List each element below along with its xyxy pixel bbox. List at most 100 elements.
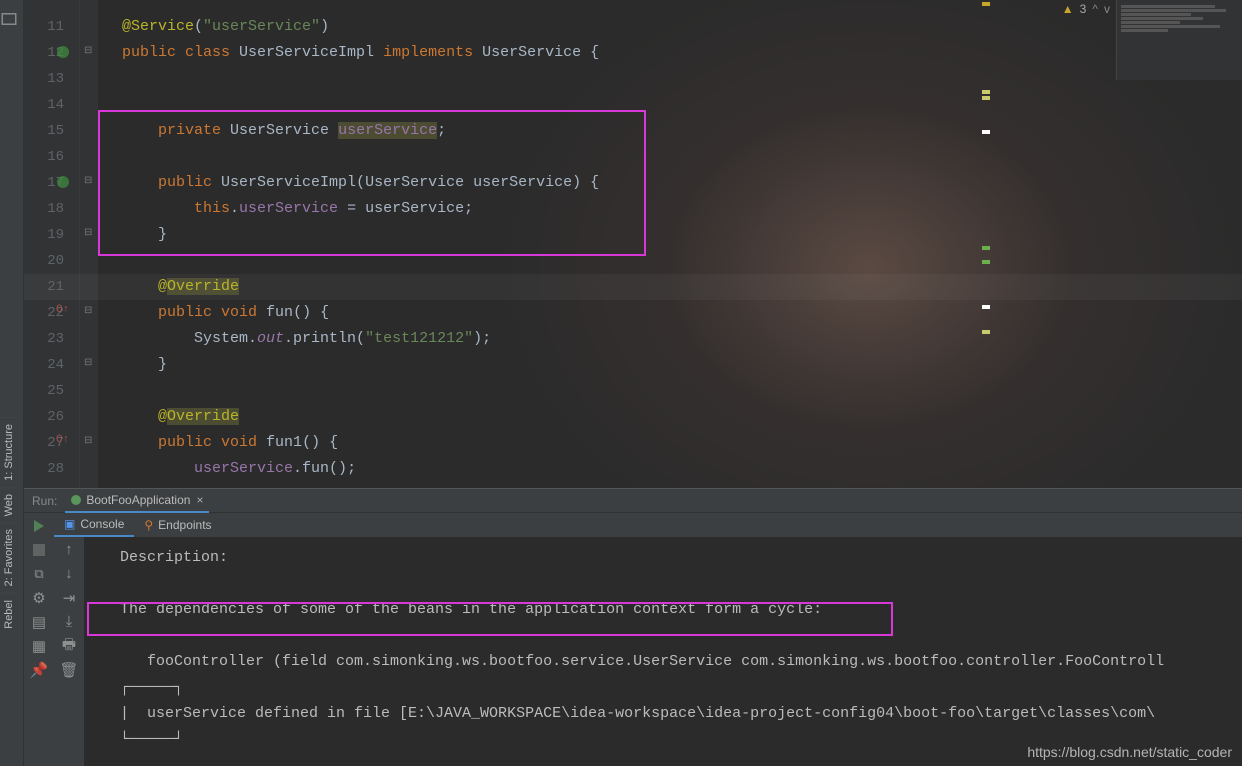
console-line: Description: [84,545,1242,571]
marker-stripe[interactable] [982,90,990,94]
code-text: @Override [122,274,239,300]
code-text: @Override [122,404,239,430]
marker-stripe[interactable] [982,305,990,309]
close-icon[interactable]: × [196,493,203,507]
console-line [84,623,1242,649]
line-number: 24 [24,352,64,378]
sidebar-tab-favorites[interactable]: 2: Favorites [0,522,18,592]
code-text: System.out.println("test121212"); [122,326,491,352]
line-number: 23 [24,326,64,352]
code-text: @Service("userService") [122,14,329,40]
line-number: 25 [24,378,64,404]
line-number: 14 [24,92,64,118]
left-tool-sidebar: 1: Structure Web 2: Favorites Rebel [0,0,24,766]
line-number: 20 [24,248,64,274]
code-line[interactable]: 15 private UserService userService; [24,118,1242,144]
watermark: https://blog.csdn.net/static_coder [1027,744,1232,760]
code-line[interactable]: 21 @Override [24,274,1242,300]
line-number: 28 [24,456,64,482]
layout2-icon[interactable]: ▦ [30,637,48,655]
soft-wrap-button[interactable]: ⇥ [60,589,78,607]
settings-icon[interactable]: ⚙ [30,589,48,607]
console-icon: ▣ [64,517,75,531]
scroll-end-button[interactable]: ⤓ [60,613,78,631]
line-number: 19 [24,222,64,248]
fold-toggle[interactable]: ⊟ [84,227,92,239]
fold-toggle[interactable]: ⊟ [84,305,92,317]
code-line[interactable]: 11@Service("userService") [24,14,1242,40]
endpoints-tab[interactable]: ⚲ Endpoints [134,513,221,537]
code-text: userService.fun(); [122,456,356,482]
fold-toggle[interactable]: ⊟ [84,357,92,369]
code-minimap[interactable] [1116,0,1242,80]
line-number: 21 [24,274,64,300]
code-line[interactable]: 25 [24,378,1242,404]
camera-icon[interactable]: ⧉ [30,565,48,583]
marker-stripe[interactable] [982,96,990,100]
console-output[interactable]: Description: The dependencies of some of … [84,537,1242,766]
marker-stripe[interactable] [982,330,990,334]
trash-button[interactable]: 🗑 [60,661,78,679]
code-line[interactable]: 16 [24,144,1242,170]
sidebar-tab-web[interactable]: Web [0,487,18,522]
marker-stripe[interactable] [982,130,990,134]
layout-icon[interactable]: ▤ [30,613,48,631]
line-number: 16 [24,144,64,170]
pin-icon[interactable]: 📌 [30,661,48,679]
code-text: } [122,352,167,378]
fold-toggle[interactable]: ⊟ [84,435,92,447]
run-tool-window: Run: BootFooApplication × ⚙ — ⧉ ⚙ ▤ ▦ 📌 … [24,488,1242,766]
stop-button[interactable] [30,541,48,559]
endpoints-icon: ⚲ [144,518,153,532]
line-number: 15 [24,118,64,144]
console-tab-bar: ▣ Console ⚲ Endpoints [54,513,1242,537]
spring-bean-icon[interactable] [56,175,72,191]
code-text: this.userService = userService; [122,196,473,222]
marker-stripe[interactable] [982,246,990,250]
console-line: fooController (field com.simonking.ws.bo… [84,649,1242,675]
marker-stripe[interactable] [982,2,990,6]
override-icon[interactable]: O↑ [56,434,72,450]
code-line[interactable]: 26 @Override [24,404,1242,430]
override-icon[interactable]: O↑ [56,304,72,320]
code-line[interactable]: 23 System.out.println("test121212"); [24,326,1242,352]
run-config-name: BootFooApplication [86,493,190,507]
line-number: 18 [24,196,64,222]
console-line: ┌─────┐ [84,675,1242,701]
print-button[interactable]: 🖶 [60,637,78,655]
sidebar-tab-structure[interactable]: 1: Structure [0,417,18,487]
sidebar-tab-rebel[interactable]: Rebel [0,593,18,635]
code-text: } [122,222,167,248]
scroll-down-button[interactable]: ↓ [60,565,78,583]
code-line[interactable]: 17 public UserServiceImpl(UserService us… [24,170,1242,196]
scroll-up-button[interactable]: ↑ [60,541,78,559]
code-line[interactable]: 14 [24,92,1242,118]
run-config-tab[interactable]: BootFooApplication × [65,489,209,513]
console-line: The dependencies of some of the beans in… [84,597,1242,623]
code-line[interactable]: 13 [24,66,1242,92]
rerun-button[interactable] [30,517,48,535]
code-text: public void fun1() { [122,430,338,456]
code-text: public class UserServiceImpl implements … [122,40,599,66]
fold-toggle[interactable]: ⊟ [84,45,92,57]
code-line[interactable]: 24 } [24,352,1242,378]
code-line[interactable]: 28 userService.fun(); [24,456,1242,482]
fold-toggle[interactable]: ⊟ [84,175,92,187]
run-label: Run: [24,494,65,508]
code-line[interactable]: 22 public void fun() { [24,300,1242,326]
code-line[interactable]: 12public class UserServiceImpl implement… [24,40,1242,66]
code-line[interactable]: 19 } [24,222,1242,248]
line-number: 26 [24,404,64,430]
endpoints-tab-label: Endpoints [158,518,211,532]
error-stripe[interactable] [1106,0,1116,488]
code-text: private UserService userService; [122,118,446,144]
marker-stripe[interactable] [982,260,990,264]
project-icon[interactable] [0,10,18,28]
spring-bean-icon[interactable] [56,45,72,61]
run-header: Run: BootFooApplication × [24,489,1242,513]
code-line[interactable]: 18 this.userService = userService; [24,196,1242,222]
console-tab[interactable]: ▣ Console [54,513,134,537]
code-line[interactable]: 27 public void fun1() { [24,430,1242,456]
spring-boot-icon [71,495,81,505]
code-line[interactable]: 20 [24,248,1242,274]
